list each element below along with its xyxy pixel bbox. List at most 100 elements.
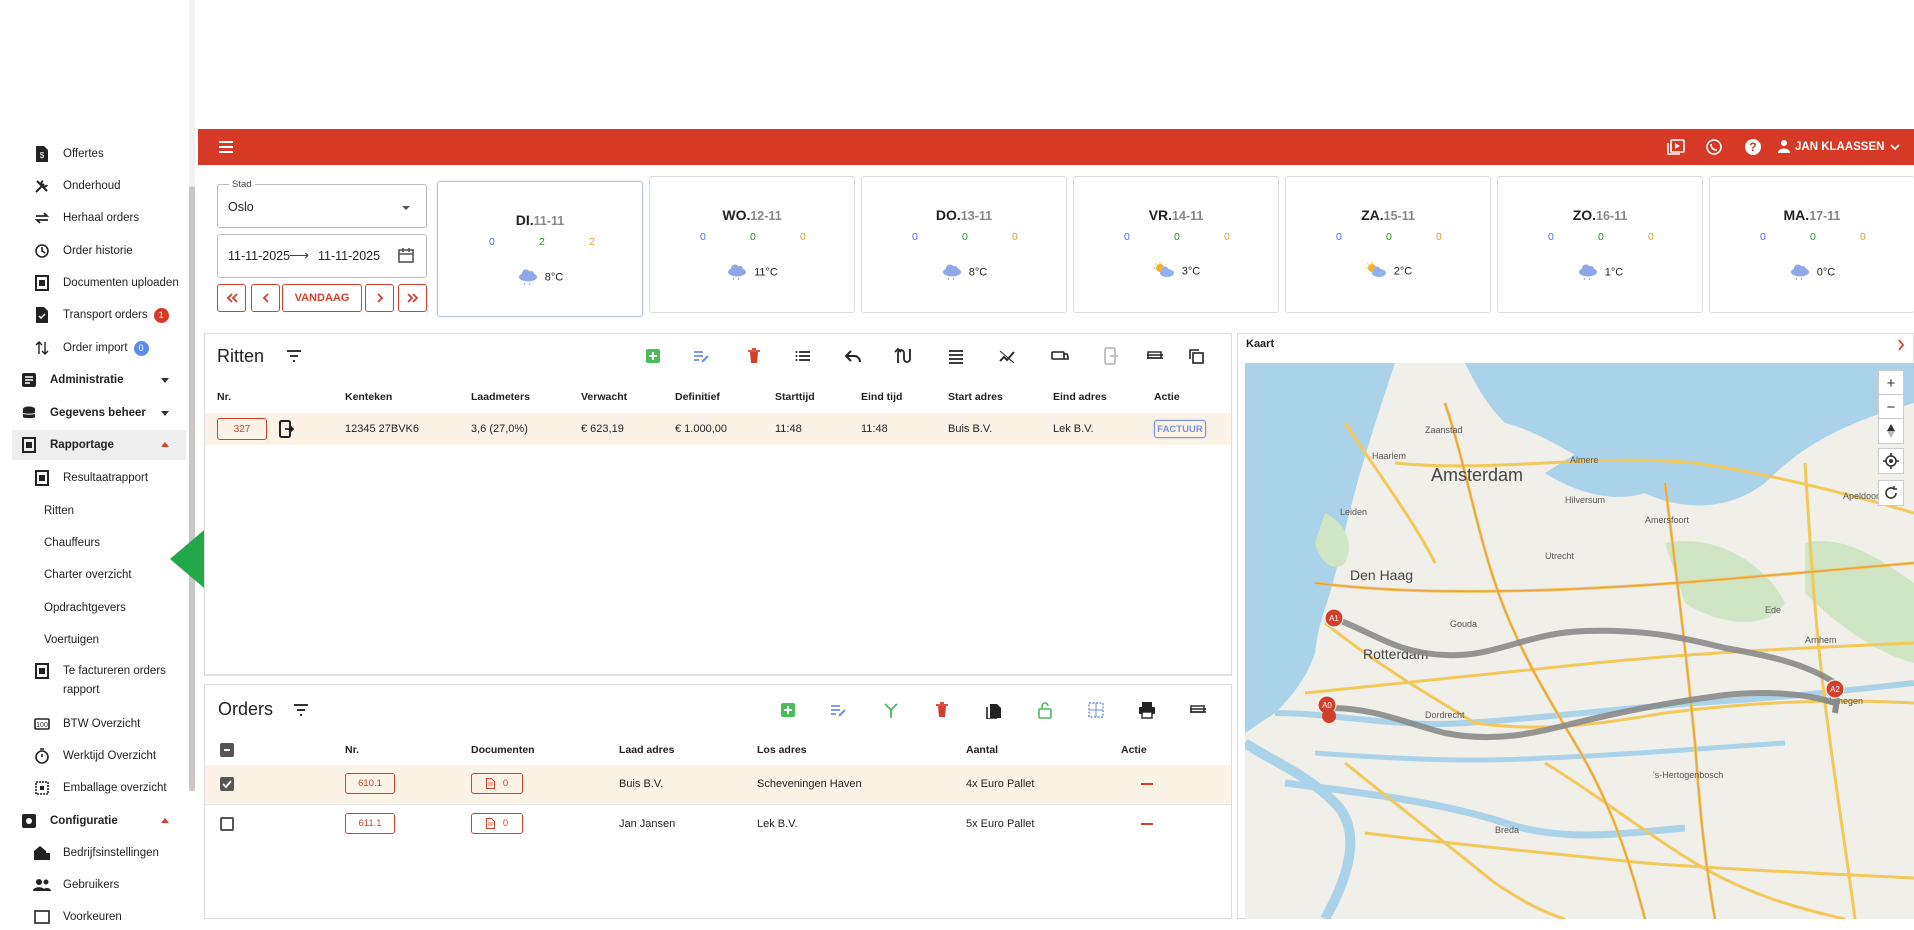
menu-lines-icon-button[interactable] [946,346,966,366]
order-number-badge[interactable]: 610.1 [345,773,395,794]
sidebar-item-emballage-overzicht[interactable]: Emballage overzicht [33,775,167,801]
sidebar-item-btw-overzicht[interactable]: 100 BTW Overzicht [33,711,140,737]
order-number-badge[interactable]: 611.1 [345,813,395,834]
first-page-button[interactable] [217,284,246,312]
chevron-up-icon[interactable] [161,442,169,447]
sidebar-item-ritten[interactable]: Ritten [44,498,74,524]
add-icon-button[interactable] [778,700,798,720]
previous-button[interactable] [251,284,280,312]
calendar-icon[interactable] [398,247,414,263]
sidebar-item-charter-overzicht[interactable]: Charter overzicht [44,562,132,588]
sidebar-item-chauffeurs[interactable]: Chauffeurs [44,530,100,556]
date-to-input[interactable]: 11-11-2025 [318,249,382,263]
chevron-down-icon[interactable] [1889,141,1901,153]
sidebar-group-administratie[interactable]: Administratie [20,367,124,393]
day-card-di[interactable]: DI.11-11 0 2 2 8°C [437,181,643,317]
person-icon[interactable] [1777,139,1791,155]
sidebar-item-label: Chauffeurs [44,537,101,549]
factuur-button[interactable]: FACTUUR [1154,420,1206,438]
remove-order-button[interactable] [1141,823,1153,825]
delete-icon-button[interactable] [932,700,952,720]
sidebar-item-werktijd-overzicht[interactable]: Werktijd Overzicht [33,743,156,769]
dropdown-caret-icon[interactable] [401,205,411,211]
documents-badge[interactable]: 0 [471,813,523,834]
sidebar-item-voertuigen[interactable]: Voertuigen [44,627,99,653]
sidebar-item-documenten-uploaden[interactable]: Documenten uploaden [33,270,179,296]
count-c2: 0 [1386,231,1392,243]
sidebar-item-voorkeuren[interactable]: Voorkeuren [33,904,122,930]
sidebar-item-order-import[interactable]: Order import 0 [33,335,149,361]
trailer-icon-button[interactable] [1145,346,1165,366]
sidebar-item-resultaatrapport[interactable]: Resultaatrapport [33,465,148,491]
sidebar-item-transport-orders[interactable]: Transport orders 1 [33,302,169,328]
day-card-za[interactable]: ZA.15-11 0 0 0 2°C [1285,176,1491,313]
video-library-icon[interactable] [1667,138,1685,156]
chevron-up-icon[interactable] [161,818,169,823]
truck-icon-button[interactable] [1050,346,1070,366]
zoom-in-button[interactable]: + [1878,370,1904,396]
filter-icon[interactable] [293,704,309,716]
map-marker-a2[interactable]: A2 [1825,679,1845,699]
cell-laadmeters: 3,6 (27,0%) [471,423,528,435]
user-menu-name[interactable]: JAN KLAASSEN [1795,141,1884,153]
row-checkbox[interactable] [220,777,234,791]
sidebar-item-gebruikers[interactable]: Gebruikers [33,872,119,898]
sidebar-item-bedrijfsinstellingen[interactable]: Bedrijfsinstellingen [33,840,159,866]
sidebar-group-configuratie[interactable]: Configuratie [20,808,118,834]
edit-list-icon-button[interactable] [691,346,711,366]
date-from-input[interactable]: 11-11-2025 [228,249,290,263]
undo-icon-button[interactable] [843,346,863,366]
split-icon-button[interactable] [1086,700,1106,720]
select-all-checkbox[interactable] [220,743,234,757]
mobile-export-icon-button[interactable] [1100,346,1120,366]
merge-icon-button[interactable] [881,700,901,720]
help-icon[interactable]: ? [1744,138,1762,156]
route-map[interactable]: Amsterdam Zaanstad Haarlem Almere Den Ha… [1245,363,1914,919]
row-checkbox[interactable] [220,817,234,831]
copy-icon-button[interactable] [1186,346,1206,366]
delete-icon-button[interactable] [744,346,764,366]
day-card-do[interactable]: DO.13-11 0 0 0 8°C [861,176,1067,313]
whatsapp-icon[interactable] [1705,138,1723,156]
add-icon-button[interactable] [643,346,663,366]
sidebar-item-te-factureren[interactable]: Te factureren orders rapport [33,662,166,698]
reset-button[interactable] [1878,480,1904,506]
day-card-zo[interactable]: ZO.16-11 0 0 0 1°C [1497,176,1703,313]
today-button[interactable]: VANDAAG [282,284,362,312]
day-card-vr[interactable]: VR.14-11 0 0 0 3°C [1073,176,1279,313]
chevron-down-icon[interactable] [161,378,169,383]
documents-badge[interactable]: 0 [471,773,523,794]
compass-button[interactable] [1878,418,1904,444]
documents-icon-button[interactable] [984,700,1004,720]
zoom-out-button[interactable]: − [1878,394,1904,420]
menu-icon[interactable] [217,138,235,156]
cell-kenteken: 12345 27BVK6 [345,423,420,435]
sidebar-item-order-historie[interactable]: Order historie [33,238,133,264]
list-icon-button[interactable] [793,346,813,366]
sidebar-group-gegevens-beheer[interactable]: Gegevens beheer [20,400,146,426]
remove-order-button[interactable] [1141,783,1153,785]
mobile-send-icon[interactable] [278,420,294,438]
sidebar-group-rapportage[interactable]: Rapportage [20,432,114,458]
route-icon-button[interactable] [893,346,913,366]
locate-button[interactable] [1878,448,1904,474]
chevron-down-icon[interactable] [161,411,169,416]
edit-list-icon-button[interactable] [828,700,848,720]
sidebar-item-herhaal-orders[interactable]: Herhaal orders [33,205,139,231]
day-temperature: 1°C [1498,262,1702,283]
map-marker-a1[interactable]: A1 [1324,608,1344,628]
rit-number-badge[interactable]: 327 [217,418,267,440]
trailer-icon-button[interactable] [1188,700,1208,720]
print-icon-button[interactable] [1137,700,1157,720]
day-card-ma[interactable]: MA.17-11 0 0 0 0°C [1709,176,1914,313]
chevron-right-icon[interactable] [1897,339,1905,351]
next-button[interactable] [365,284,394,312]
filter-icon[interactable] [286,350,302,362]
sidebar-item-offertes[interactable]: $ Offertes [33,141,104,167]
last-page-button[interactable] [398,284,427,312]
lock-open-icon-button[interactable] [1035,700,1055,720]
sidebar-item-onderhoud[interactable]: Onderhoud [33,173,121,199]
timeline-icon-button[interactable] [997,346,1017,366]
day-card-wo[interactable]: WO.12-11 0 0 0 11°C [649,176,855,313]
sidebar-item-opdrachtgevers[interactable]: Opdrachtgevers [44,595,126,621]
